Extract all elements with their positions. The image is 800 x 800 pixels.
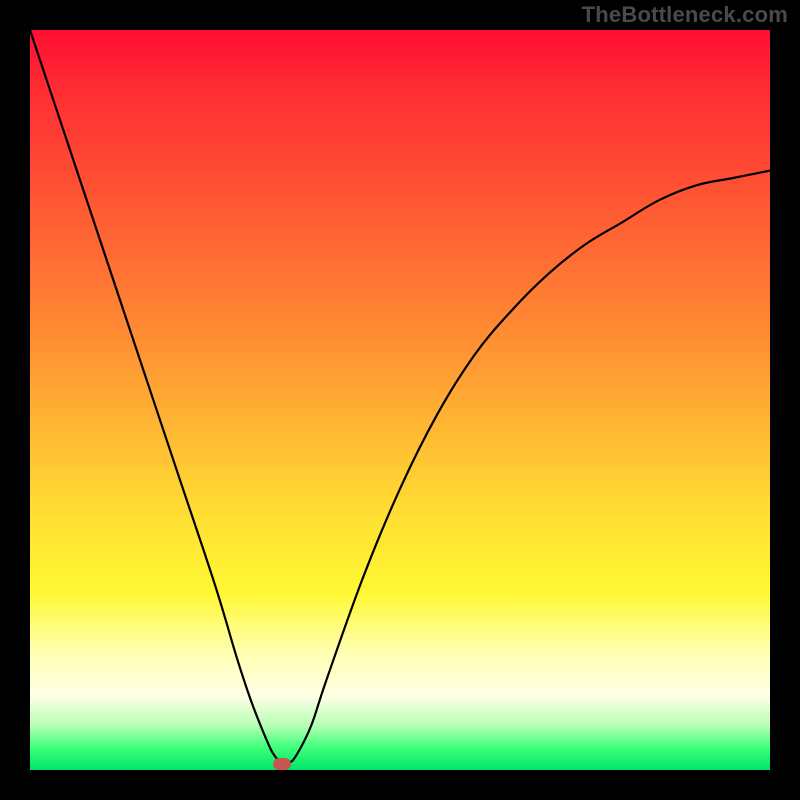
plot-area [30,30,770,770]
chart-frame: TheBottleneck.com [0,0,800,800]
watermark-text: TheBottleneck.com [582,2,788,28]
curve-svg [30,30,770,770]
bottleneck-curve [30,30,770,764]
optimum-marker [273,758,291,770]
